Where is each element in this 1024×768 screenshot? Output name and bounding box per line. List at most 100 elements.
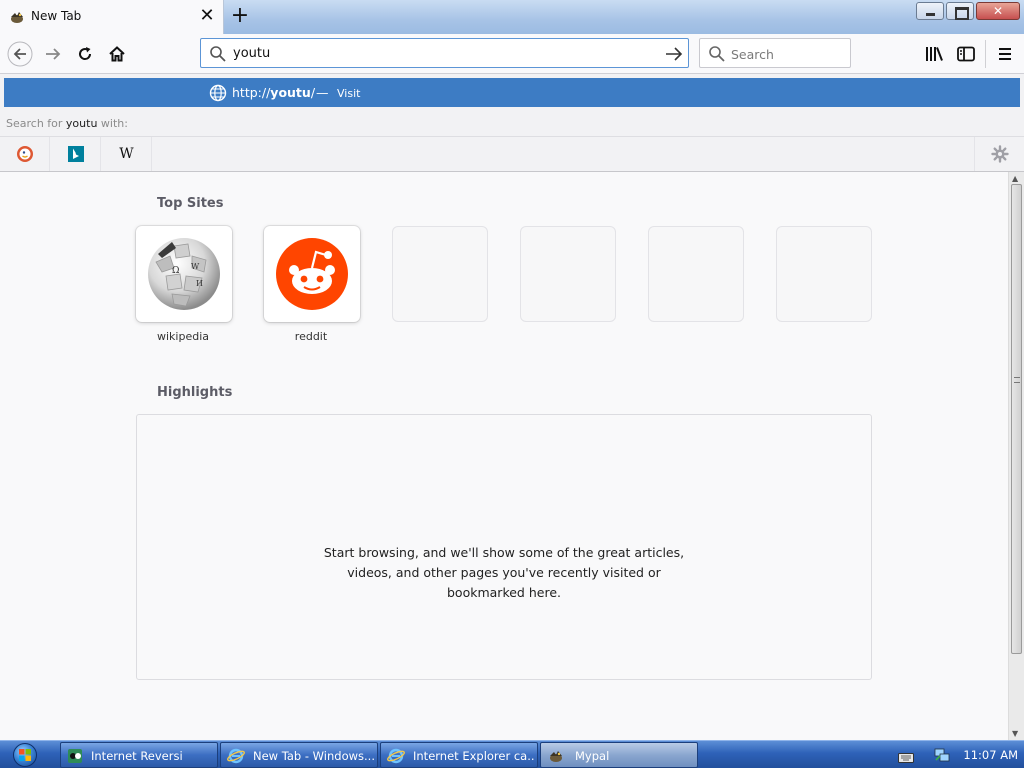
home-icon: [109, 46, 125, 62]
search-for-suffix: with:: [97, 117, 128, 130]
autocomplete-popup: http://youtu/ — Visit Search for youtu w…: [0, 74, 1024, 172]
suggestion-action: Visit: [337, 87, 361, 100]
hamburger-menu-icon: [999, 48, 1011, 60]
title-bar: New Tab ✕ + ✕: [0, 0, 1024, 34]
toolbar-divider: [985, 40, 986, 68]
svg-text:W: W: [191, 262, 200, 271]
close-window-button[interactable]: ✕: [976, 2, 1020, 20]
forward-arrow-icon: [46, 48, 61, 60]
scroll-up-arrow-icon[interactable]: ▲: [1012, 174, 1018, 183]
highlights-message: Start browsing, and we'll show some of t…: [137, 543, 871, 603]
taskbar-item-internet-explorer[interactable]: Internet Explorer ca...: [380, 742, 538, 768]
top-site-tile-empty: [776, 226, 872, 322]
engine-wikipedia[interactable]: W: [102, 137, 152, 171]
top-site-label: wikipedia: [156, 330, 209, 343]
reversi-app-icon: [67, 748, 83, 767]
navigation-toolbar: youtu Search: [0, 34, 1024, 74]
taskbar-item-label: New Tab - Windows...: [253, 749, 375, 763]
windows-logo-icon: [13, 743, 37, 767]
reddit-icon: [276, 238, 348, 310]
top-site-tile-empty: [520, 226, 616, 322]
internet-explorer-icon: [387, 748, 405, 767]
back-arrow-icon: [7, 41, 33, 67]
url-input[interactable]: youtu: [233, 46, 270, 61]
search-bar[interactable]: Search: [699, 38, 851, 68]
scrollbar-grip: [1014, 377, 1020, 383]
sidebar-icon: [957, 46, 975, 62]
taskbar-item-mypal[interactable]: Mypal: [540, 742, 698, 768]
top-site-tile-reddit[interactable]: [264, 226, 360, 322]
keyboard-icon[interactable]: [898, 749, 914, 768]
minimize-button[interactable]: [916, 2, 944, 20]
top-sites-title: Top Sites: [157, 196, 224, 211]
taskbar-item-internet-reversi[interactable]: Internet Reversi: [60, 742, 218, 768]
engine-bing[interactable]: [51, 137, 101, 171]
taskbar-item-new-tab-windows[interactable]: New Tab - Windows...: [220, 742, 378, 768]
bing-icon: [67, 146, 84, 162]
highlights-message-line: bookmarked here.: [447, 585, 561, 600]
close-icon: ✕: [992, 4, 1004, 18]
reload-button[interactable]: [72, 41, 98, 67]
gear-icon: [990, 145, 1009, 163]
top-site-tile-empty: [392, 226, 488, 322]
close-tab-icon[interactable]: ✕: [198, 7, 216, 25]
forward-button[interactable]: [40, 41, 66, 67]
tab-new-tab[interactable]: New Tab ✕: [0, 0, 224, 34]
sidebar-button[interactable]: [953, 41, 979, 67]
highlights-empty-state: Start browsing, and we'll show some of t…: [136, 414, 872, 680]
url-bar[interactable]: youtu: [200, 38, 689, 68]
suggestion-url-prefix: http://: [232, 85, 271, 100]
taskbar: Internet Reversi New Tab - Windows... In…: [0, 740, 1024, 768]
scroll-down-arrow-icon[interactable]: ▼: [1012, 729, 1018, 738]
autocomplete-suggestion[interactable]: http://youtu/ — Visit: [4, 78, 1020, 107]
wikipedia-icon: W: [119, 146, 134, 162]
highlights-message-line: videos, and other pages you've recently …: [347, 565, 661, 580]
suggestion-url-match: youtu: [270, 85, 311, 100]
svg-text:Ω: Ω: [172, 266, 179, 276]
suggestion-url: http://youtu/: [232, 85, 315, 100]
mypal-icon: [9, 9, 25, 25]
go-arrow-icon[interactable]: [664, 44, 684, 68]
mypal-icon: [547, 748, 565, 767]
search-settings-button[interactable]: [974, 137, 1024, 171]
start-button[interactable]: [4, 742, 46, 768]
engine-duckduckgo[interactable]: [0, 137, 50, 171]
system-tray: 11:07 AM: [884, 742, 1024, 768]
library-button[interactable]: [921, 41, 947, 67]
taskbar-item-label: Mypal: [575, 749, 610, 763]
highlights-message-line: Start browsing, and we'll show some of t…: [323, 545, 685, 560]
duckduckgo-icon: [16, 146, 33, 162]
search-input[interactable]: Search: [731, 47, 774, 62]
new-tab-page: Top Sites Ω W И wikipedia reddit Highlig…: [0, 172, 1008, 740]
globe-icon: [209, 84, 227, 106]
taskbar-item-label: Internet Explorer ca...: [413, 749, 535, 763]
internet-explorer-icon: [227, 748, 245, 767]
reload-icon: [79, 47, 92, 60]
top-site-tile-empty: [648, 226, 744, 322]
suggestion-url-suffix: /: [310, 85, 316, 100]
top-site-label: reddit: [294, 330, 328, 343]
window-controls: ✕: [916, 2, 1020, 22]
top-site-tile-wikipedia[interactable]: Ω W И: [136, 226, 232, 322]
taskbar-item-label: Internet Reversi: [91, 749, 183, 763]
search-icon: [708, 45, 726, 67]
clock: 11:07 AM: [963, 748, 1018, 762]
search-for-label: Search for youtu with:: [6, 117, 128, 130]
search-engine-list: W: [0, 136, 1024, 171]
suggestion-separator: —: [316, 85, 329, 100]
search-icon: [209, 45, 227, 67]
search-for-prefix: Search for: [6, 117, 66, 130]
tab-title: New Tab: [31, 9, 82, 23]
network-icon[interactable]: [934, 747, 950, 767]
new-tab-button[interactable]: +: [230, 5, 250, 27]
vertical-scrollbar[interactable]: ▲ ▼: [1008, 172, 1024, 740]
wikipedia-globe-icon: Ω W И: [148, 238, 220, 310]
menu-button[interactable]: [992, 41, 1018, 67]
home-button[interactable]: [104, 41, 130, 67]
back-button[interactable]: [7, 41, 33, 67]
library-icon: [926, 47, 943, 61]
maximize-button[interactable]: [946, 2, 974, 20]
search-for-query: youtu: [65, 117, 98, 130]
svg-text:И: И: [196, 279, 203, 288]
scrollbar-thumb[interactable]: [1011, 184, 1022, 654]
